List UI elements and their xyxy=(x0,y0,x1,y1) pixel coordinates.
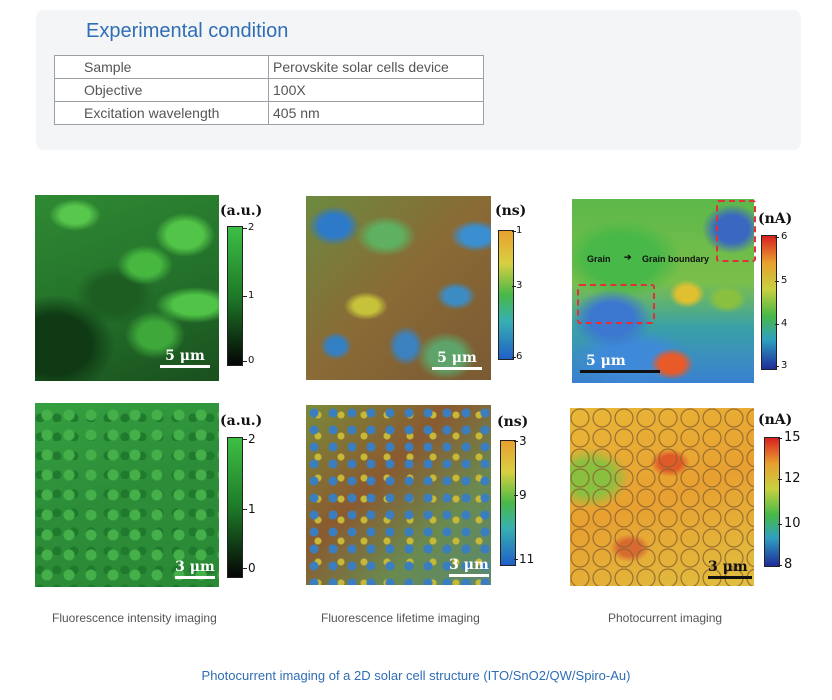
caption-photocurrent: Photocurrent imaging xyxy=(608,611,723,625)
scale-label: 5 μm xyxy=(165,348,205,364)
scale-bar: 3 μm xyxy=(449,557,489,577)
condition-table: Sample Perovskite solar cells device Obj… xyxy=(54,55,484,125)
tick-mark xyxy=(243,509,247,510)
panel-title: Experimental condition xyxy=(86,20,289,42)
tick-label: 6 xyxy=(516,351,523,362)
caption-fluorescence-intensity: Fluorescence intensity imaging xyxy=(52,611,217,625)
scale-label: 3 μm xyxy=(175,559,215,575)
colorbar xyxy=(227,226,243,366)
scale-line xyxy=(708,576,752,579)
colorbar-unit: (a.u.) xyxy=(220,413,263,429)
tick-mark xyxy=(243,568,247,569)
colorbar-unit: (ns) xyxy=(497,414,529,430)
tick-mark xyxy=(778,565,782,566)
highlight-box xyxy=(716,200,756,262)
tick-mark xyxy=(243,296,247,297)
tick-mark xyxy=(243,439,247,440)
scale-bar: 3 μm xyxy=(175,559,215,579)
colorbar-unit: (a.u.) xyxy=(220,203,263,219)
tick-label: 8 xyxy=(784,557,793,572)
colorbar xyxy=(500,440,516,566)
tick-label: 2 xyxy=(248,432,256,446)
table-row: Sample Perovskite solar cells device xyxy=(54,55,484,79)
row-key: Excitation wavelength xyxy=(54,101,269,125)
tick-mark xyxy=(514,495,518,496)
caption-fluorescence-lifetime: Fluorescence lifetime imaging xyxy=(321,611,480,625)
tick-label: 0 xyxy=(248,355,255,366)
highlight-box xyxy=(577,284,655,324)
tick-label: 1 xyxy=(248,290,255,301)
tick-label: 15 xyxy=(784,430,801,445)
figure-caption: Photocurrent imaging of a 2D solar cell … xyxy=(201,668,631,683)
tick-mark xyxy=(778,524,782,525)
tick-label: 9 xyxy=(519,488,527,502)
colorbar xyxy=(761,235,777,370)
row-value: Perovskite solar cells device xyxy=(268,55,484,79)
colorbar-unit: (nA) xyxy=(758,211,793,227)
tick-label: 6 xyxy=(781,231,788,242)
tick-mark xyxy=(775,366,779,367)
scale-bar: 5 μm xyxy=(580,353,660,373)
row-key: Sample xyxy=(54,55,269,79)
tick-label: 12 xyxy=(784,471,801,486)
scale-line xyxy=(432,367,482,370)
scale-label: 3 μm xyxy=(708,559,748,575)
arrow-icon: ➔ xyxy=(624,252,632,262)
scale-label: 5 μm xyxy=(437,350,477,366)
scale-bar: 5 μm xyxy=(432,350,482,370)
tick-mark xyxy=(778,479,782,480)
row-value: 405 nm xyxy=(268,101,484,125)
scale-bar: 3 μm xyxy=(708,559,752,579)
colorbar-unit: (ns) xyxy=(495,203,527,219)
tick-label: 1 xyxy=(248,502,256,516)
tick-mark xyxy=(775,324,779,325)
grain-label: Grain xyxy=(587,254,611,264)
tick-label: 5 xyxy=(781,275,788,286)
tick-mark xyxy=(514,559,518,560)
row-value: 100X xyxy=(268,78,484,102)
tick-mark xyxy=(243,361,247,362)
grain-boundary-label: Grain boundary xyxy=(642,254,710,264)
scale-label: 5 μm xyxy=(586,353,626,369)
tick-label: 10 xyxy=(784,516,801,531)
colorbar xyxy=(227,437,243,578)
table-row: Objective 100X xyxy=(54,78,484,102)
scale-line xyxy=(160,365,210,368)
scale-label: 3 μm xyxy=(449,557,489,573)
tick-label: 3 xyxy=(519,434,527,448)
scale-line xyxy=(175,576,215,579)
tick-label: 11 xyxy=(519,552,535,566)
tick-label: 2 xyxy=(248,222,255,233)
scale-bar: 5 μm xyxy=(160,348,210,368)
tick-mark xyxy=(514,441,518,442)
colorbar xyxy=(764,437,780,567)
scale-line xyxy=(449,574,489,577)
tick-mark xyxy=(775,237,779,238)
tick-mark xyxy=(775,281,779,282)
row-key: Objective xyxy=(54,78,269,102)
tick-label: 3 xyxy=(781,360,788,371)
tick-label: 3 xyxy=(516,280,523,291)
tick-label: 1 xyxy=(516,225,523,236)
table-row: Excitation wavelength 405 nm xyxy=(54,101,484,125)
colorbar xyxy=(498,230,514,360)
colorbar-unit: (nA) xyxy=(758,412,793,428)
tick-mark xyxy=(778,438,782,439)
scale-line xyxy=(580,370,660,373)
tick-mark xyxy=(243,228,247,229)
tick-label: 4 xyxy=(781,318,788,329)
tick-label: 0 xyxy=(248,561,256,575)
